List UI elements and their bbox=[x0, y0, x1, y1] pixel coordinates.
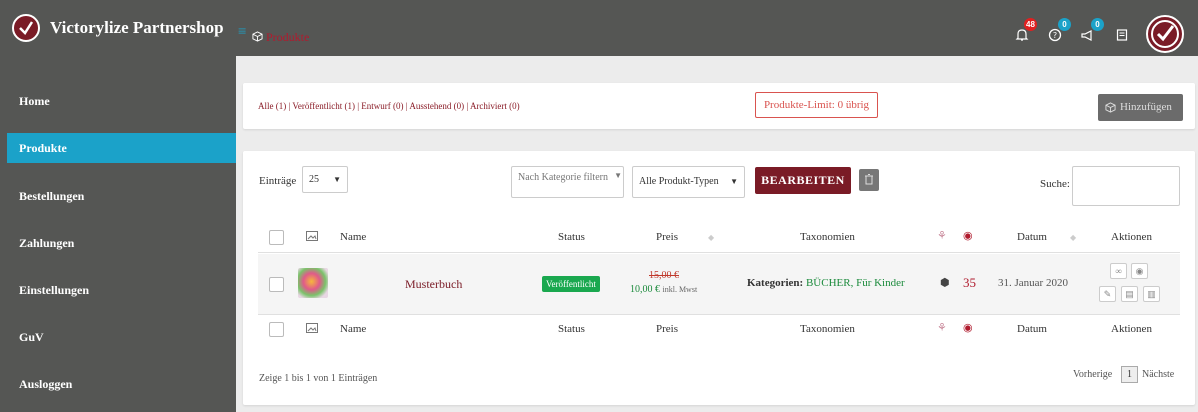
old-price: 15,00 € bbox=[649, 270, 679, 281]
header-name[interactable]: Name bbox=[340, 231, 366, 243]
footer-header-status: Status bbox=[558, 323, 585, 335]
entries-select[interactable]: 25 ▼ bbox=[302, 166, 348, 193]
sidebar-item-guv[interactable]: GuV bbox=[7, 322, 236, 352]
filter-draft[interactable]: Entwurf (0) bbox=[361, 101, 403, 111]
category-icon: ⚘ bbox=[937, 230, 947, 242]
edit-button[interactable]: BEARBEITEN bbox=[755, 167, 851, 194]
filter-pending[interactable]: Ausstehend (0) bbox=[409, 101, 464, 111]
breadcrumb[interactable]: Produkte bbox=[266, 30, 309, 45]
menu-toggle-icon[interactable]: ≡ bbox=[238, 25, 246, 40]
category-icon: ⚘ bbox=[937, 322, 947, 334]
header-status[interactable]: Status bbox=[558, 231, 585, 243]
sidebar-item-bestellungen[interactable]: Bestellungen bbox=[7, 181, 236, 211]
app-title: Victorylize Partnershop bbox=[50, 18, 224, 37]
sidebar-item-ausloggen[interactable]: Ausloggen bbox=[7, 369, 236, 399]
row-date: 31. Januar 2020 bbox=[998, 277, 1068, 289]
add-product-button[interactable]: Hinzufügen bbox=[1098, 94, 1183, 121]
divider bbox=[258, 314, 1180, 315]
prev-button[interactable]: Vorherige bbox=[1073, 369, 1112, 380]
top-bar: Victorylize Partnershop ≡ Produkte 48 ? … bbox=[0, 0, 1198, 56]
announce-badge: 0 bbox=[1091, 18, 1104, 31]
brand[interactable]: Victorylize Partnershop bbox=[0, 0, 236, 56]
product-limit-badge: Produkte-Limit: 0 übrig bbox=[755, 92, 878, 118]
sort-icon: ◆ bbox=[1070, 233, 1077, 242]
sidebar-item-einstellungen[interactable]: Einstellungen bbox=[7, 275, 236, 305]
eye-icon: ◉ bbox=[963, 230, 973, 242]
image-icon bbox=[306, 231, 318, 241]
image-icon bbox=[306, 323, 318, 333]
header-price[interactable]: Preis bbox=[656, 231, 678, 243]
cube-icon bbox=[1105, 102, 1116, 113]
header-date[interactable]: Datum bbox=[1017, 231, 1047, 243]
trash-icon bbox=[865, 174, 873, 185]
page-number[interactable]: 1 bbox=[1121, 366, 1138, 383]
cube-icon: ⬢ bbox=[940, 277, 950, 289]
search-label: Suche: bbox=[1040, 178, 1070, 190]
filter-all[interactable]: Alle (1) bbox=[258, 101, 286, 111]
category-filter-select[interactable]: Nach Kategorie filtern ▼ bbox=[511, 166, 624, 198]
view-count: 35 bbox=[963, 275, 976, 290]
sort-icon: ◆ bbox=[708, 233, 715, 242]
filter-published[interactable]: Veröffentlicht (1) bbox=[292, 101, 355, 111]
view-icon[interactable]: ◉ bbox=[1131, 263, 1148, 279]
divider bbox=[258, 252, 1180, 253]
select-all-checkbox[interactable] bbox=[269, 230, 284, 245]
table-info: Zeige 1 bis 1 von 1 Einträgen bbox=[259, 373, 378, 384]
avatar[interactable] bbox=[1146, 15, 1184, 53]
footer-header-name: Name bbox=[340, 323, 367, 335]
footer-header-actions: Aktionen bbox=[1111, 323, 1152, 335]
edit-icon[interactable]: ✎ bbox=[1099, 286, 1116, 302]
eye-icon: ◉ bbox=[963, 322, 973, 334]
link-icon[interactable]: ∞ bbox=[1110, 263, 1127, 279]
search-input[interactable] bbox=[1072, 166, 1180, 206]
status-filters: Alle (1) | Veröffentlicht (1) | Entwurf … bbox=[258, 101, 520, 111]
help-badge: 0 bbox=[1058, 18, 1071, 31]
entries-label: Einträge bbox=[259, 175, 297, 187]
sidebar: Home Produkte Bestellungen Zahlungen Ein… bbox=[0, 56, 236, 412]
type-filter-select[interactable]: Alle Produkt-Typen ▼ bbox=[632, 166, 745, 198]
archive-icon[interactable]: ▤ bbox=[1121, 286, 1138, 302]
product-name-link[interactable]: Musterbuch bbox=[405, 277, 462, 292]
status-badge: Veröffentlicht bbox=[542, 276, 600, 292]
next-button[interactable]: Nächste bbox=[1142, 369, 1174, 380]
sidebar-item-zahlungen[interactable]: Zahlungen bbox=[7, 228, 236, 258]
footer-header-taxonomies: Taxonomien bbox=[800, 323, 855, 335]
row-checkbox[interactable] bbox=[269, 277, 284, 292]
bell-badge: 48 bbox=[1024, 18, 1037, 31]
filter-archived[interactable]: Archiviert (0) bbox=[470, 101, 520, 111]
sidebar-item-home[interactable]: Home bbox=[7, 86, 236, 116]
footer-header-price: Preis bbox=[656, 323, 678, 335]
header-actions: Aktionen bbox=[1111, 231, 1152, 243]
delete-button[interactable] bbox=[859, 169, 879, 191]
product-thumbnail[interactable] bbox=[298, 268, 328, 298]
trash-icon[interactable]: ▥ bbox=[1143, 286, 1160, 302]
header-taxonomies[interactable]: Taxonomien bbox=[800, 231, 855, 243]
taxonomy-text: Kategorien: BÜCHER, Für Kinder bbox=[747, 277, 905, 289]
select-all-checkbox-footer[interactable] bbox=[269, 322, 284, 337]
sidebar-item-produkte[interactable]: Produkte bbox=[7, 133, 236, 163]
new-price: 10,00 € inkl. Mwst bbox=[630, 284, 698, 295]
svg-text:?: ? bbox=[1053, 31, 1057, 40]
footer-header-date: Datum bbox=[1017, 323, 1047, 335]
cube-icon bbox=[252, 31, 263, 42]
brand-logo bbox=[12, 14, 40, 42]
document-icon[interactable] bbox=[1114, 27, 1130, 43]
